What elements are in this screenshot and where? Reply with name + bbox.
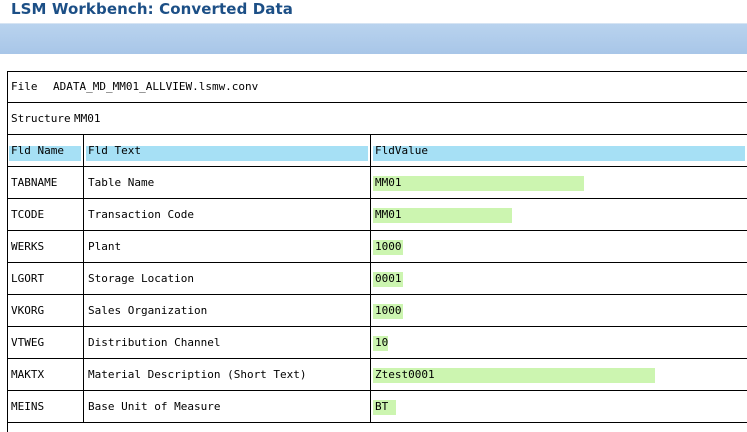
table-row: VKORG Sales Organization 1000 <box>7 295 747 327</box>
application-toolbar <box>0 23 747 54</box>
field-value: Ztest0001 <box>375 368 435 381</box>
file-name: ADATA_MD_MM01_ALLVIEW.lsmw.conv <box>53 80 259 93</box>
field-name-cell: TABNAME <box>7 167 84 198</box>
structure-name: MM01 <box>74 112 101 125</box>
field-name-cell: WERKS <box>7 231 84 262</box>
table-row: WERKS Plant 1000 <box>7 231 747 263</box>
field-value-cell[interactable]: MM01 <box>371 199 747 230</box>
field-text-cell: Base Unit of Measure <box>84 391 371 422</box>
field-value: 1000 <box>375 240 402 253</box>
field-value: MM01 <box>375 208 402 221</box>
field-name-cell: VTWEG <box>7 327 84 358</box>
field-name-cell: MEINS <box>7 391 84 422</box>
field-name-cell: TCODE <box>7 199 84 230</box>
field-text-cell: Storage Location <box>84 263 371 294</box>
table-row: LGORT Storage Location 0001 <box>7 263 747 295</box>
field-text-cell: Table Name <box>84 167 371 198</box>
field-value: 1000 <box>375 304 402 317</box>
structure-label: Structure <box>11 112 71 125</box>
column-header-fld-value[interactable]: FldValue <box>371 135 747 166</box>
field-value-cell[interactable]: MM01 <box>371 167 747 198</box>
field-value-cell[interactable]: 0001 <box>371 263 747 294</box>
field-value-cell[interactable]: BT <box>371 391 747 422</box>
field-value: BT <box>375 400 389 413</box>
column-header-fld-text[interactable]: Fld Text <box>84 135 371 166</box>
field-value-cell[interactable]: 1000 <box>371 231 747 262</box>
field-text-cell: Sales Organization <box>84 295 371 326</box>
file-label: File <box>11 80 38 93</box>
field-value: 0001 <box>375 272 402 285</box>
field-value-cell[interactable]: Ztest0001 <box>371 359 747 390</box>
title-bar: LSM Workbench: Converted Data <box>0 0 747 23</box>
file-row: File ADATA_MD_MM01_ALLVIEW.lsmw.conv <box>7 71 747 103</box>
field-text-cell: Plant <box>84 231 371 262</box>
field-value-cell[interactable]: 1000 <box>371 295 747 326</box>
field-name-cell: MAKTX <box>7 359 84 390</box>
field-text-cell: Distribution Channel <box>84 327 371 358</box>
field-value: MM01 <box>375 176 402 189</box>
field-text-cell: Transaction Code <box>84 199 371 230</box>
field-name-cell: LGORT <box>7 263 84 294</box>
table-row: MEINS Base Unit of Measure BT <box>7 391 747 423</box>
field-value: 10 <box>375 336 389 349</box>
field-name-cell: VKORG <box>7 295 84 326</box>
value-highlight <box>373 176 584 191</box>
table-row: TABNAME Table Name MM01 <box>7 167 747 199</box>
table-row: TCODE Transaction Code MM01 <box>7 199 747 231</box>
column-header-fld-name[interactable]: Fld Name <box>7 135 84 166</box>
column-header-row: Fld Name Fld Text FldValue <box>7 135 747 167</box>
structure-row: Structure MM01 <box>7 103 747 135</box>
table-row: MAKTX Material Description (Short Text) Zt… <box>7 359 747 391</box>
content-area: File ADATA_MD_MM01_ALLVIEW.lsmw.conv Str… <box>0 54 747 432</box>
field-value-cell[interactable]: 10 <box>371 327 747 358</box>
table-row: VTWEG Distribution Channel 10 <box>7 327 747 359</box>
window-title: LSM Workbench: Converted Data <box>11 0 293 18</box>
field-text-cell: Material Description (Short Text) <box>84 359 371 390</box>
